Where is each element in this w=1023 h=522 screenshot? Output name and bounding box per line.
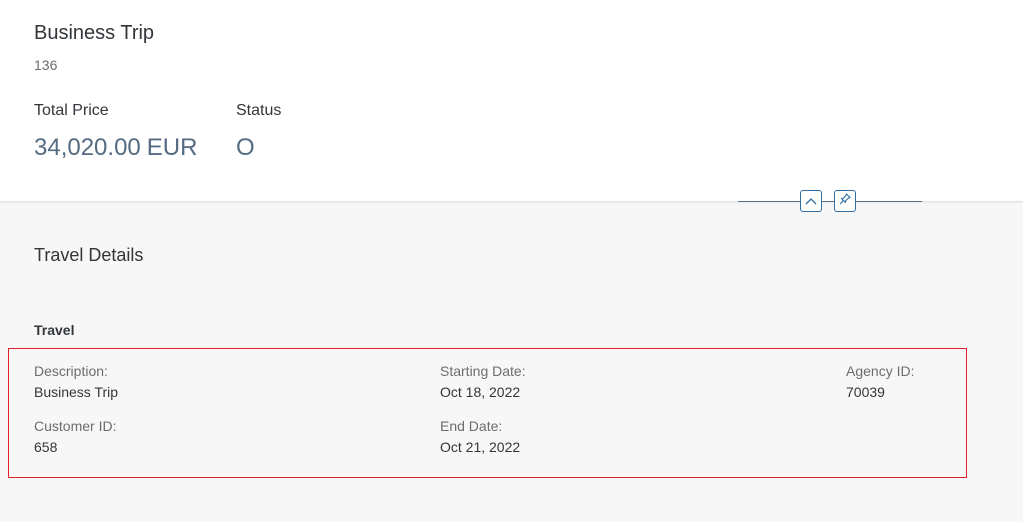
field-starting-date: Starting Date: Oct 18, 2022 [440,363,526,400]
anchor-line-left [738,201,800,202]
field-label: End Date: [440,418,503,434]
kpi-total-price-value: 34,020.00 EUR [34,134,197,162]
kpi-total-price-unit: EUR [146,134,198,161]
page-title: Business Trip [34,22,155,44]
field-value: Business Trip [34,384,119,400]
kpi-status: Status O [236,102,281,162]
field-description: Description: Business Trip [34,363,118,400]
anchor-line-middle [822,201,834,202]
kpi-status-value: O [236,134,255,161]
field-value: 658 [34,439,58,455]
field-end-date: End Date: Oct 21, 2022 [440,418,520,455]
kpi-total-price-amount: 34,020.00 [34,134,141,161]
pin-icon [839,192,851,210]
field-label: Starting Date: [440,363,526,379]
collapse-header-button[interactable] [800,190,822,212]
header-toggle-bar [0,188,1023,216]
group-title: Travel [34,322,75,338]
field-label: Agency ID: [846,363,915,379]
anchor-line-right [856,201,922,202]
pin-header-button[interactable] [834,190,856,212]
kpi-status-label: Status [236,102,282,119]
section-title: Travel Details [34,245,144,265]
field-agency-id: Agency ID: 70039 [846,363,914,400]
field-value: 70039 [846,384,885,400]
kpi-total-price: Total Price 34,020.00 EUR [34,102,197,162]
field-label: Customer ID: [34,418,117,434]
field-value: Oct 21, 2022 [440,439,521,455]
chevron-up-icon [805,192,817,210]
field-value: Oct 18, 2022 [440,384,521,400]
kpi-total-price-label: Total Price [34,102,109,119]
field-customer-id: Customer ID: 658 [34,418,116,455]
field-label: Description: [34,363,108,379]
object-page-header: Business Trip 136 Total Price 34,020.00 E… [0,0,1023,201]
page-subtitle: 136 [34,57,58,73]
